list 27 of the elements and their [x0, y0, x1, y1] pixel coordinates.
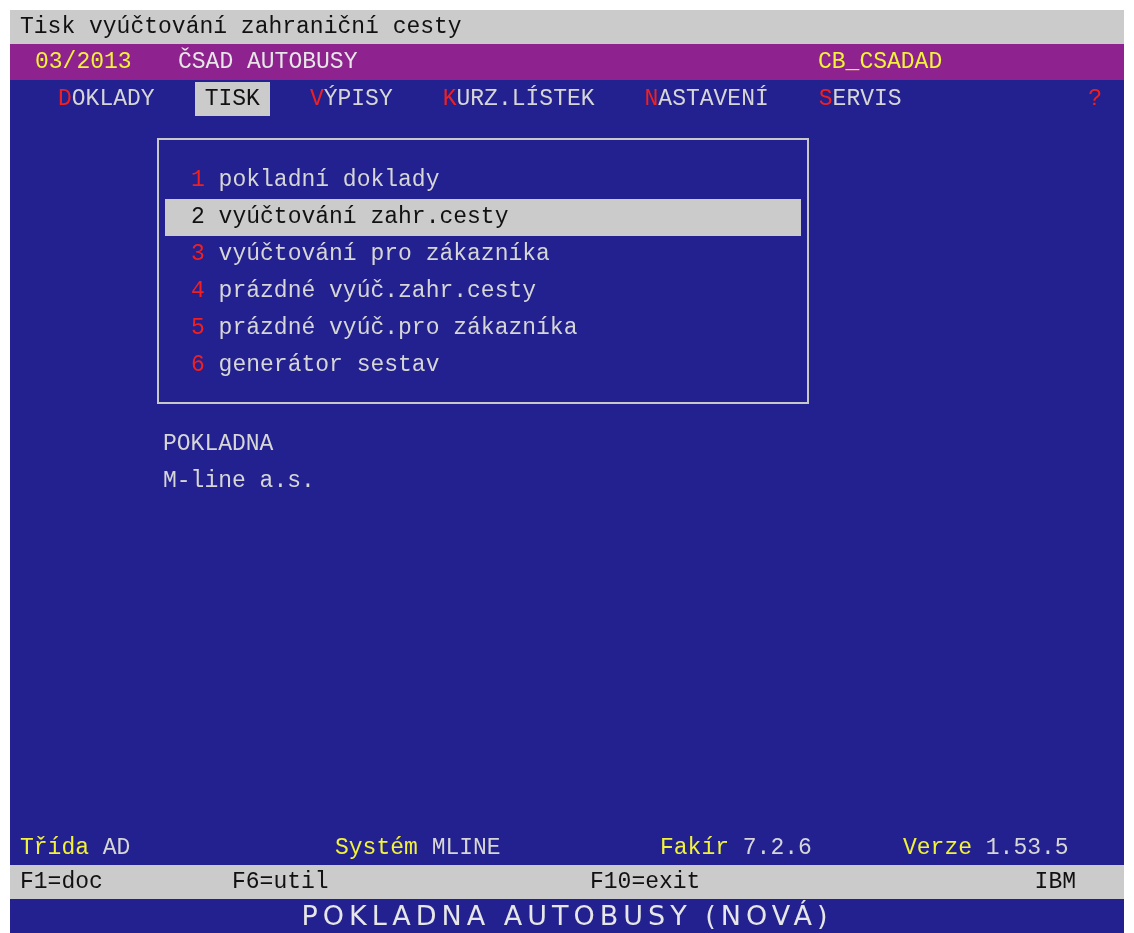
status-field: Systém MLINE [335, 831, 660, 865]
menu-item[interactable]: SERVIS [808, 82, 912, 116]
dropdown-item[interactable]: 2 vyúčtování zahr.cesty [165, 199, 801, 236]
status-field: Fakír 7.2.6 [660, 831, 903, 865]
function-key-hint: F6=util [232, 868, 330, 897]
dropdown-item[interactable]: 3 vyúčtování pro zákazníka [165, 236, 801, 273]
dropdown-item[interactable]: 4 prázdné vyúč.zahr.cesty [165, 273, 801, 310]
dropdown-item[interactable]: 6 generátor sestav [165, 347, 801, 384]
database-name: CB_CSADAD [818, 48, 944, 77]
banner-title: POKLADNA AUTOBUSY (NOVÁ) [301, 900, 833, 931]
dropdown-item[interactable]: 5 prázdné vyúč.pro zákazníka [165, 310, 801, 347]
menu-item[interactable]: VÝPISY [299, 82, 403, 116]
status-field: Třída AD [20, 831, 335, 865]
function-key-hint: IBM [1034, 868, 1076, 897]
menu-item[interactable]: NASTAVENÍ [634, 82, 779, 116]
company-name: ČSAD AUTOBUSY [178, 46, 359, 77]
function-key-hint: F10=exit [590, 868, 702, 897]
window-title: Tisk vyúčtování zahraniční cesty [20, 14, 462, 40]
menu-item[interactable]: TISK [194, 82, 270, 116]
status-field: Verze 1.53.5 [903, 831, 1124, 865]
info-text: M-line a.s. [163, 467, 316, 496]
menu-item[interactable]: DOKLADY [48, 82, 165, 116]
menu-item[interactable]: KURZ.LÍSTEK [432, 82, 605, 116]
period: 03/2013 [35, 48, 133, 77]
info-text: POKLADNA [163, 430, 275, 459]
dropdown-item[interactable]: 1 pokladní doklady [165, 162, 801, 199]
function-key-hint: F1=doc [20, 868, 104, 897]
